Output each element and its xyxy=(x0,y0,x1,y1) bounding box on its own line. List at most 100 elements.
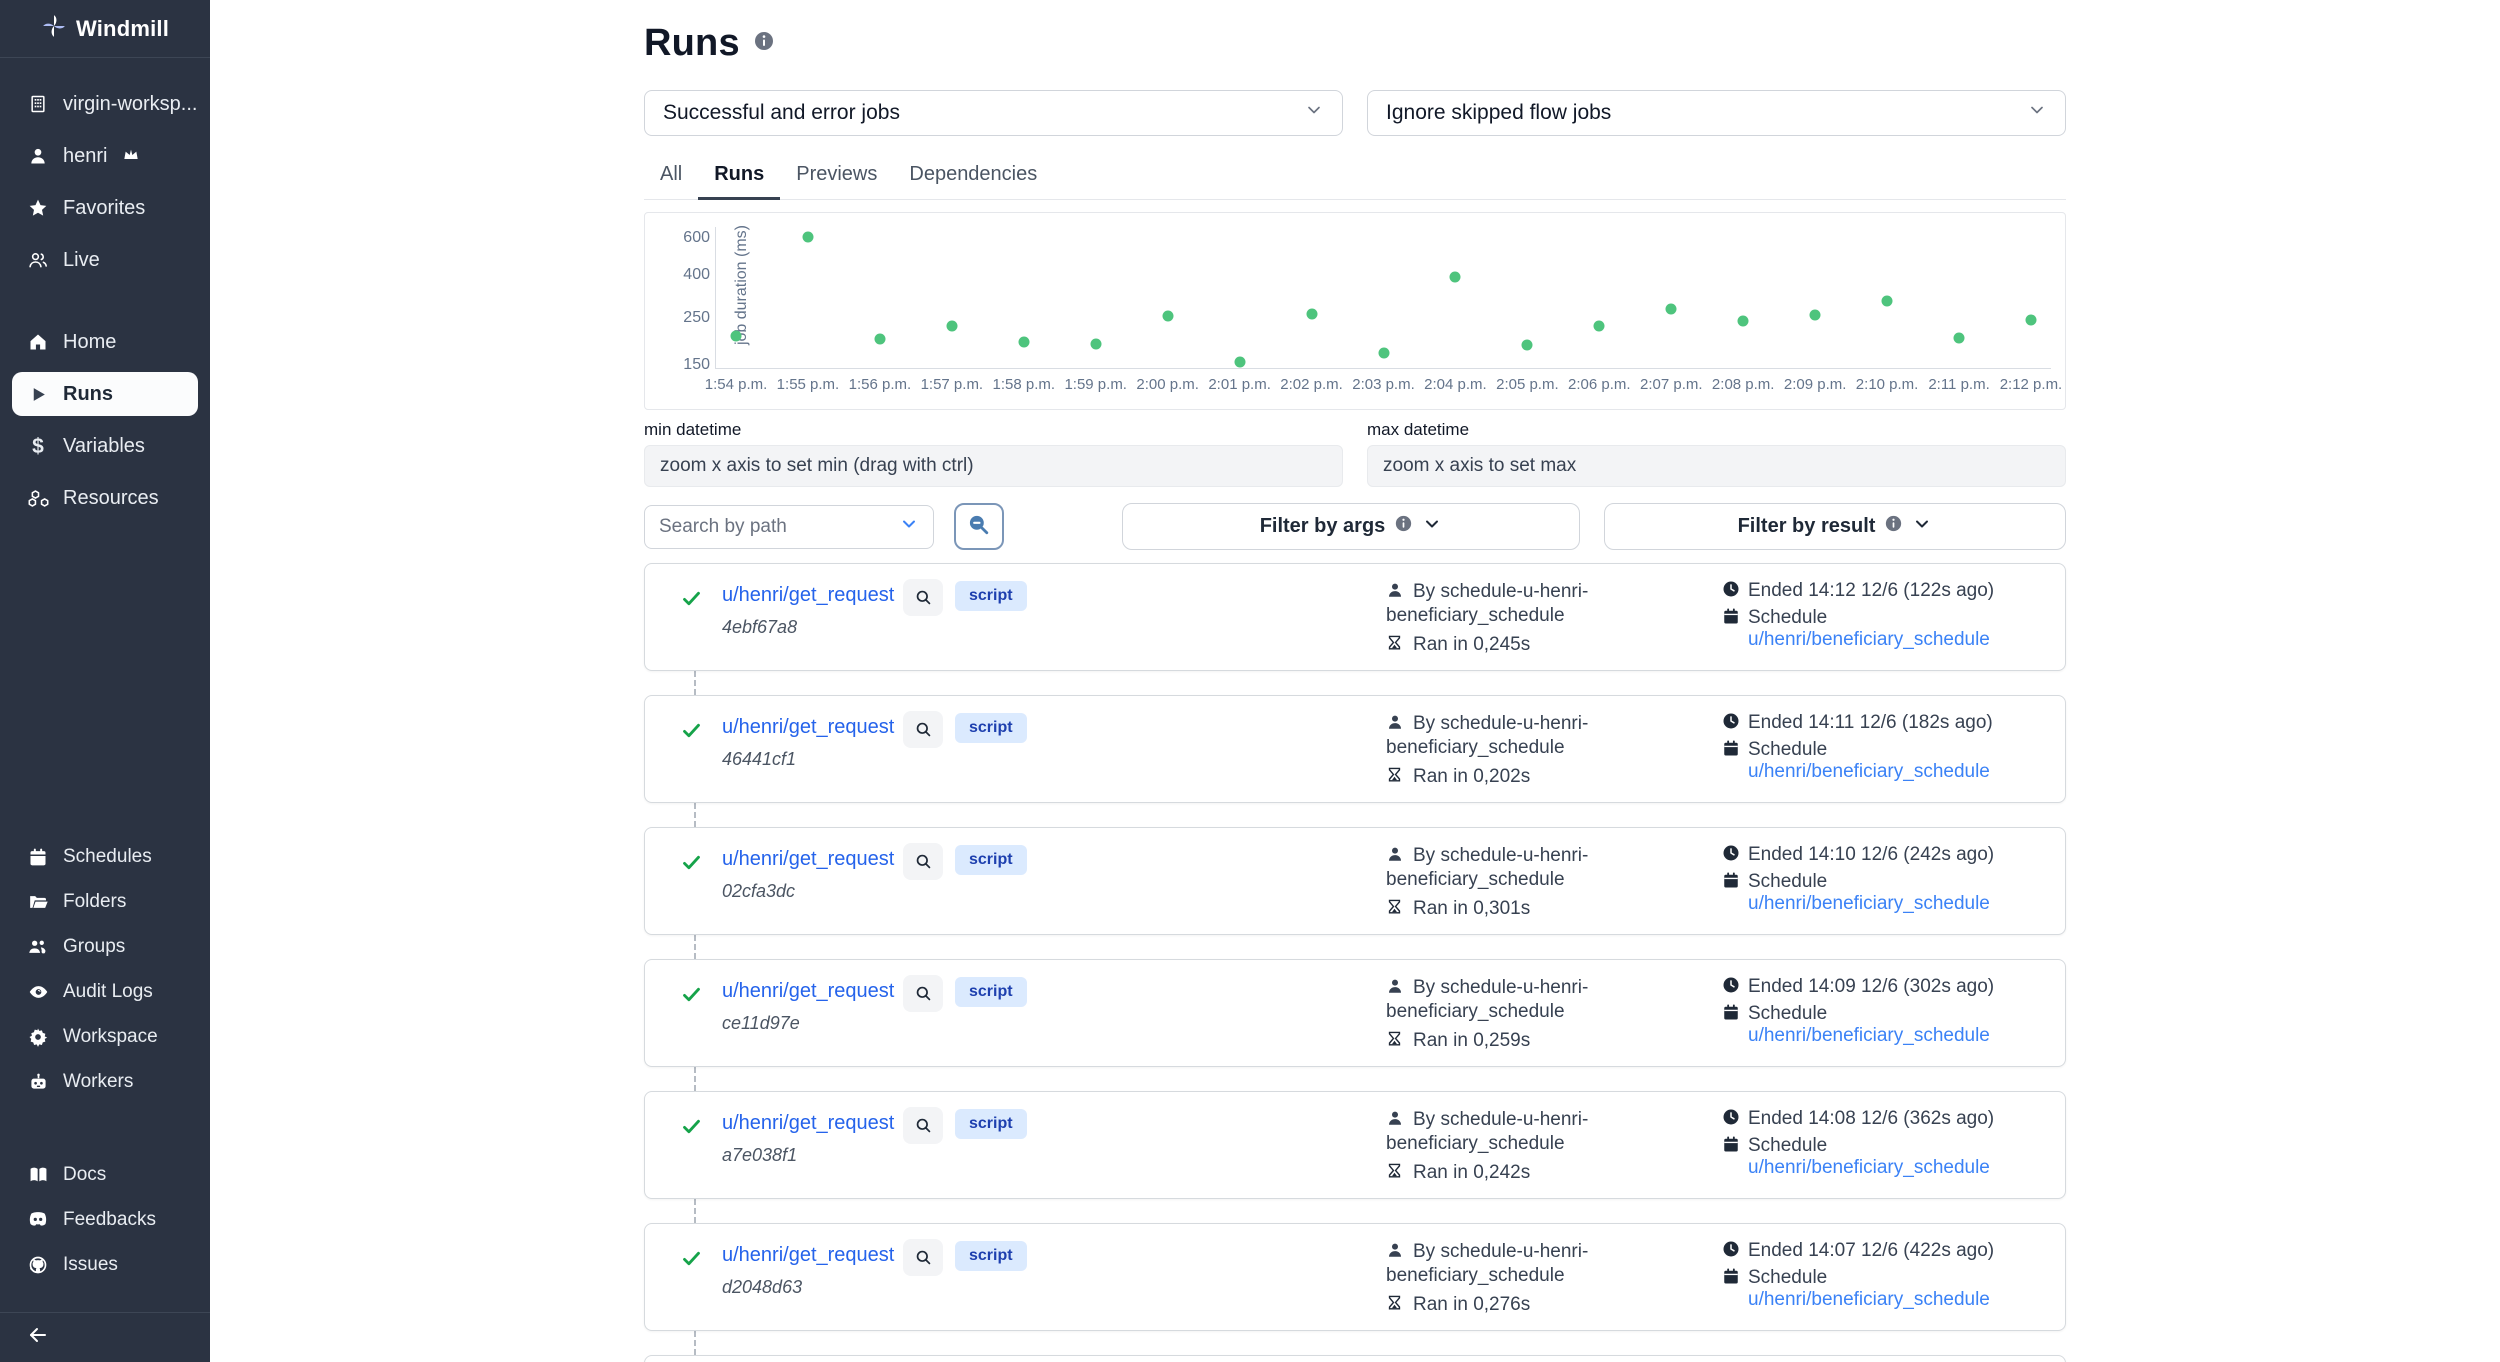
sidebar-footer-section: Docs Feedbacks Issues xyxy=(0,1152,210,1287)
schedule-link[interactable]: u/henri/beneficiary_schedule xyxy=(1748,1289,1990,1310)
flow-filter-select[interactable]: Ignore skipped flow jobs xyxy=(1367,90,2066,136)
eye-icon xyxy=(27,981,49,1003)
inspect-run-button[interactable] xyxy=(903,975,943,1012)
run-schedule: Schedule u/henri/beneficiary_schedule xyxy=(1748,1003,2065,1047)
sidebar-item-variables[interactable]: $ Variables xyxy=(0,420,210,472)
script-badge: script xyxy=(955,845,1027,875)
run-schedule: Schedule u/henri/beneficiary_schedule xyxy=(1748,607,2065,651)
sidebar-item-issues[interactable]: Issues xyxy=(0,1242,210,1287)
user-icon xyxy=(1386,581,1404,604)
inspect-run-button[interactable] xyxy=(903,1107,943,1144)
x-axis-tick: 2:06 p.m. xyxy=(1568,376,1631,393)
chevron-down-icon xyxy=(1304,100,1324,126)
tab-previews[interactable]: Previews xyxy=(780,154,893,200)
run-path-link[interactable]: u/henri/get_request xyxy=(722,716,894,739)
success-check-icon xyxy=(681,984,702,1010)
run-path-link[interactable]: u/henri/get_request xyxy=(722,980,894,1003)
run-card[interactable]: u/henri/get_request script a7e038f1 By s… xyxy=(644,1091,2066,1199)
run-ended-at: Ended 14:11 12/6 (182s ago) xyxy=(1748,712,1993,734)
schedule-link[interactable]: u/henri/beneficiary_schedule xyxy=(1748,761,1990,782)
calendar-icon xyxy=(1722,1135,1740,1158)
data-point xyxy=(1666,304,1677,315)
users-icon xyxy=(27,249,49,271)
zoom-reset-button[interactable] xyxy=(954,503,1004,550)
sidebar-item-virgin-worksp[interactable]: virgin-worksp... xyxy=(0,78,210,130)
tab-dependencies[interactable]: Dependencies xyxy=(893,154,1053,200)
sidebar-item-henri[interactable]: henri xyxy=(0,130,210,182)
chevron-down-icon xyxy=(2027,100,2047,126)
robot-icon xyxy=(27,1071,49,1093)
schedule-link[interactable]: u/henri/beneficiary_schedule xyxy=(1748,893,1990,914)
run-card[interactable]: u/henri/get_request script By schedule-u… xyxy=(644,1355,2066,1362)
inspect-run-button[interactable] xyxy=(903,843,943,880)
run-card[interactable]: u/henri/get_request script 02cfa3dc By s… xyxy=(644,827,2066,935)
y-axis-tick: 600 xyxy=(674,229,710,247)
chart-plot-area[interactable]: job duration (ms) 6004002501501:54 p.m.1… xyxy=(715,227,2051,369)
data-point xyxy=(1162,311,1173,322)
clock-icon xyxy=(1722,1240,1740,1263)
user-icon xyxy=(27,145,49,167)
user-icon xyxy=(1386,713,1404,736)
filter-by-result-button[interactable]: Filter by result xyxy=(1604,503,2066,550)
job-status-select[interactable]: Successful and error jobs xyxy=(644,90,1343,136)
run-card[interactable]: u/henri/get_request script 46441cf1 By s… xyxy=(644,695,2066,803)
app-logo[interactable]: Windmill xyxy=(0,0,210,58)
tab-all[interactable]: All xyxy=(644,154,698,200)
schedule-link[interactable]: u/henri/beneficiary_schedule xyxy=(1748,1025,1990,1046)
data-point xyxy=(1810,310,1821,321)
arrow-left-icon xyxy=(26,1323,50,1352)
min-datetime-input[interactable] xyxy=(644,445,1343,487)
sidebar-item-live[interactable]: Live xyxy=(0,234,210,286)
filter-by-args-button[interactable]: Filter by args xyxy=(1122,503,1580,550)
run-card[interactable]: u/henri/get_request script 4ebf67a8 By s… xyxy=(644,563,2066,671)
run-path-link[interactable]: u/henri/get_request xyxy=(722,848,894,871)
info-icon[interactable] xyxy=(754,31,774,56)
sidebar-item-feedbacks[interactable]: Feedbacks xyxy=(0,1197,210,1242)
success-check-icon xyxy=(681,1248,702,1274)
inspect-run-button[interactable] xyxy=(903,711,943,748)
sidebar-item-workspace[interactable]: Workspace xyxy=(0,1014,210,1059)
search-by-path-value: Search by path xyxy=(659,516,787,538)
run-path-link[interactable]: u/henri/get_request xyxy=(722,1112,894,1135)
main-content: Runs Successful and error jobs Ignore sk… xyxy=(210,0,2500,1362)
sidebar-item-workers[interactable]: Workers xyxy=(0,1059,210,1104)
collapse-sidebar-button[interactable] xyxy=(0,1312,210,1362)
run-schedule: Schedule u/henri/beneficiary_schedule xyxy=(1748,739,2065,783)
run-path-link[interactable]: u/henri/get_request xyxy=(722,1244,894,1267)
calendar-icon xyxy=(1722,871,1740,894)
script-badge: script xyxy=(955,581,1027,611)
sidebar-item-runs[interactable]: Runs xyxy=(12,372,198,416)
inspect-run-button[interactable] xyxy=(903,1239,943,1276)
run-id: d2048d63 xyxy=(722,1277,802,1298)
clock-icon xyxy=(1722,712,1740,735)
sidebar-item-resources[interactable]: Resources xyxy=(0,472,210,524)
run-id: 02cfa3dc xyxy=(722,881,795,902)
run-card[interactable]: u/henri/get_request script ce11d97e By s… xyxy=(644,959,2066,1067)
success-check-icon xyxy=(681,1116,702,1142)
sidebar-item-docs[interactable]: Docs xyxy=(0,1152,210,1197)
sidebar-item-groups[interactable]: Groups xyxy=(0,924,210,969)
hourglass-icon xyxy=(1386,634,1403,658)
run-triggered-by: By schedule-u-henri- xyxy=(1413,1241,1588,1263)
x-axis-tick: 2:11 p.m. xyxy=(1928,376,1989,393)
book-icon xyxy=(27,1164,49,1186)
data-point xyxy=(1954,332,1965,343)
sidebar-item-favorites[interactable]: Favorites xyxy=(0,182,210,234)
run-card[interactable]: u/henri/get_request script d2048d63 By s… xyxy=(644,1223,2066,1331)
sidebar-item-schedules[interactable]: Schedules xyxy=(0,834,210,879)
inspect-run-button[interactable] xyxy=(903,579,943,616)
sidebar-item-folders[interactable]: Folders xyxy=(0,879,210,924)
tab-runs[interactable]: Runs xyxy=(698,154,780,200)
sidebar-item-audit-logs[interactable]: Audit Logs xyxy=(0,969,210,1014)
search-by-path-select[interactable]: Search by path xyxy=(644,505,934,549)
max-datetime-input[interactable] xyxy=(1367,445,2066,487)
windmill-logo-icon xyxy=(41,13,67,44)
run-duration: Ran in 0,242s xyxy=(1413,1162,1530,1184)
sidebar-item-home[interactable]: Home xyxy=(0,316,210,368)
run-path-link[interactable]: u/henri/get_request xyxy=(722,584,894,607)
data-point xyxy=(946,320,957,331)
star-icon xyxy=(27,197,49,219)
schedule-link[interactable]: u/henri/beneficiary_schedule xyxy=(1748,1157,1990,1178)
run-id: 46441cf1 xyxy=(722,749,796,770)
schedule-link[interactable]: u/henri/beneficiary_schedule xyxy=(1748,629,1990,650)
